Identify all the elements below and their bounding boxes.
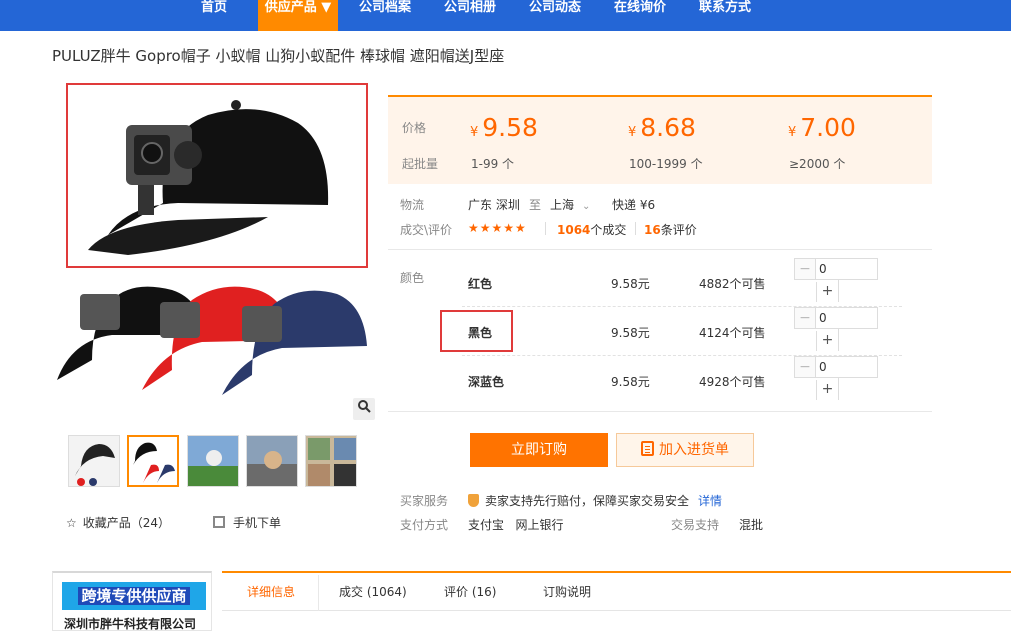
thumbnail-5[interactable]: [305, 435, 357, 487]
product-title: PULUZ胖牛 Gopro帽子 小蚁帽 山狗小蚁配件 棒球帽 遮阳帽送J型座: [52, 47, 505, 65]
divider: [545, 222, 546, 235]
tier-3-price: ¥7.00: [788, 113, 856, 142]
plus-button[interactable]: +: [816, 331, 838, 351]
main-product-image[interactable]: [66, 83, 368, 268]
trade-support-label: 交易支持: [671, 518, 720, 532]
sku-price: 9.58元: [611, 326, 650, 340]
add-to-cart-button[interactable]: 加入进货单: [616, 433, 754, 467]
tier-3-qty: ≥2000 个: [789, 157, 846, 171]
quantity-stepper: − 0 +: [794, 258, 878, 303]
nav-inquiry[interactable]: 在线询价: [610, 0, 670, 31]
tier-2-price: ¥8.68: [628, 113, 696, 142]
service-text: 卖家支持先行赔付，保障买家交易安全: [468, 492, 689, 509]
deals-label: 成交\评价: [400, 223, 453, 237]
company-name: 深圳市胖牛科技有限公司: [64, 617, 197, 631]
chevron-down-icon: ⌄: [582, 201, 591, 212]
sku-stock: 4928个可售: [699, 375, 766, 389]
price-label: 价格: [402, 121, 427, 135]
tier-2-qty: 100-1999 个: [629, 157, 703, 171]
thumbnail-1[interactable]: [68, 435, 120, 487]
divider: [838, 280, 839, 302]
detail-tabs: 详细信息 成交 (1064) 评价 (16) 订购说明: [222, 571, 1011, 611]
rating-stars: ★★★★★: [468, 221, 527, 235]
review-count[interactable]: 16条评价: [644, 221, 697, 238]
quantity-input[interactable]: 0: [815, 356, 878, 378]
nav-products[interactable]: 供应产品 ▼: [258, 0, 338, 31]
quantity-stepper: − 0 +: [794, 356, 878, 401]
logistics-label: 物流: [400, 198, 425, 212]
favorite-product[interactable]: ☆ 收藏产品（24）: [66, 514, 170, 531]
minus-button[interactable]: −: [794, 307, 816, 329]
shield-icon: [468, 494, 479, 507]
sku-stock: 4882个可售: [699, 277, 766, 291]
logistics-from: 广东 深圳: [468, 198, 520, 212]
favorite-label: 收藏产品（24）: [82, 516, 171, 530]
logistics-destination[interactable]: 上海 ⌄: [550, 196, 590, 213]
sku-price: 9.58元: [611, 277, 650, 291]
add-to-cart-label: 加入进货单: [659, 442, 729, 458]
minus-button[interactable]: −: [794, 258, 816, 280]
quantity-input[interactable]: 0: [815, 307, 878, 329]
nav-contact[interactable]: 联系方式: [695, 0, 755, 31]
divider: [838, 378, 839, 400]
highlight-box: [440, 310, 513, 352]
divider: [388, 249, 932, 250]
thumbnail-2[interactable]: [127, 435, 179, 487]
clipboard-icon: [641, 441, 654, 456]
tab-details[interactable]: 详细信息: [247, 583, 295, 600]
tab-deals[interactable]: 成交 (1064): [339, 583, 407, 600]
moq-label: 起批量: [402, 157, 439, 171]
sku-stock: 4124个可售: [699, 326, 766, 340]
color-label: 颜色: [400, 271, 425, 285]
logistics-express: 快递 ¥6: [612, 198, 656, 212]
tier-1-qty: 1-99 个: [471, 157, 515, 171]
company-card[interactable]: 跨境专供供应商 深圳市胖牛科技有限公司: [52, 571, 212, 631]
thumbnail-3[interactable]: [187, 435, 239, 487]
price-panel: 价格 起批量 ¥9.58 1-99 个 ¥8.68 100-1999 个 ¥7.…: [388, 95, 932, 184]
deal-count[interactable]: 1064个成交: [557, 221, 626, 238]
tab-reviews[interactable]: 评价 (16): [444, 583, 496, 600]
top-nav: 首页 供应产品 ▼ 公司档案 公司相册 公司动态 在线询价 联系方式: [0, 0, 1011, 31]
tier-1-price: ¥9.58: [470, 113, 538, 142]
nav-company-album[interactable]: 公司相册: [440, 0, 500, 31]
nav-company-profile[interactable]: 公司档案: [355, 0, 415, 31]
mobile-order-label: 手机下单: [233, 516, 282, 530]
qr-code-icon: [213, 516, 225, 528]
buy-now-button[interactable]: 立即订购: [470, 433, 608, 467]
minus-button[interactable]: −: [794, 356, 816, 378]
divider: [318, 575, 319, 611]
payment-methods: 支付宝 网上银行: [468, 518, 564, 532]
service-label: 买家服务: [400, 494, 449, 508]
thumbnail-4[interactable]: [246, 435, 298, 487]
quantity-stepper: − 0 +: [794, 307, 878, 352]
star-outline-icon: ☆: [66, 516, 77, 530]
quantity-input[interactable]: 0: [815, 258, 878, 280]
plus-button[interactable]: +: [816, 282, 838, 302]
plus-button[interactable]: +: [816, 380, 838, 400]
nav-company-news[interactable]: 公司动态: [525, 0, 585, 31]
divider: [635, 222, 636, 235]
payment-label: 支付方式: [400, 518, 449, 532]
tab-order-notes[interactable]: 订购说明: [543, 583, 591, 600]
nav-home[interactable]: 首页: [190, 0, 238, 31]
trade-support-value: 混批: [739, 518, 764, 532]
service-details-link[interactable]: 详情: [698, 492, 722, 509]
product-color-variants-image: [52, 280, 372, 410]
logistics-to-word: 至: [529, 198, 542, 212]
company-banner: 跨境专供供应商: [62, 582, 206, 610]
sku-price: 9.58元: [611, 375, 650, 389]
sku-name[interactable]: 深蓝色: [468, 373, 504, 390]
mobile-order[interactable]: 手机下单: [213, 514, 281, 531]
divider: [838, 329, 839, 351]
zoom-icon[interactable]: [353, 398, 375, 420]
sku-name[interactable]: 红色: [468, 275, 492, 292]
divider: [388, 411, 932, 412]
